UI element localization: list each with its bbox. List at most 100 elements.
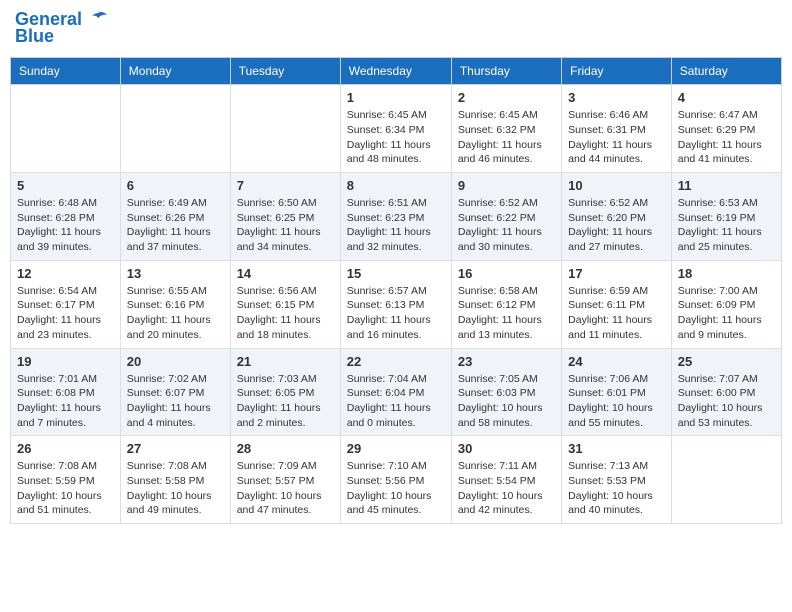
calendar-cell: 15Sunrise: 6:57 AMSunset: 6:13 PMDayligh… [340,260,451,348]
day-info: Sunrise: 6:59 AMSunset: 6:11 PMDaylight:… [568,284,665,343]
calendar-cell: 25 Sunrise: 7:07 AMSunset: 6:00 PMDayligh… [671,348,781,436]
calendar-cell: 18 Sunrise: 7:00 AMSunset: 6:09 PMDayligh… [671,260,781,348]
day-number: 1 [347,90,445,105]
day-info: Sunrise: 6:58 AMSunset: 6:12 PMDaylight:… [458,284,555,343]
day-number: 2 [458,90,555,105]
calendar-cell: 1 Sunrise: 6:45 AMSunset: 6:34 PMDaylight… [340,85,451,173]
calendar-cell: 10 Sunrise: 6:52 AMSunset: 6:20 PMDayligh… [562,173,672,261]
day-number: 19 [17,354,114,369]
calendar-cell: 2 Sunrise: 6:45 AMSunset: 6:32 PMDaylight… [451,85,561,173]
day-number: 30 [458,441,555,456]
day-number: 16 [458,266,555,281]
calendar-cell [11,85,121,173]
day-info: Sunrise: 6:52 AMSunset: 6:20 PMDaylight:… [568,196,665,255]
logo: General Blue [15,10,109,47]
calendar-cell: 19 Sunrise: 7:01 AMSunset: 6:08 PMDayligh… [11,348,121,436]
day-info: Sunrise: 6:55 AMSunset: 6:16 PMDaylight:… [127,284,224,343]
day-info: Sunrise: 7:08 AMSunset: 5:58 PMDaylight:… [127,459,224,518]
day-info: Sunrise: 7:03 AMSunset: 6:05 PMDaylight:… [237,372,334,431]
day-number: 8 [347,178,445,193]
weekday-header: Monday [120,58,230,85]
day-info: Sunrise: 6:45 AMSunset: 6:34 PMDaylight:… [347,108,445,167]
day-number: 21 [237,354,334,369]
day-info: Sunrise: 6:50 AMSunset: 6:25 PMDaylight:… [237,196,334,255]
calendar-cell: 5 Sunrise: 6:48 AMSunset: 6:28 PMDaylight… [11,173,121,261]
calendar-cell: 11 Sunrise: 6:53 AMSunset: 6:19 PMDayligh… [671,173,781,261]
day-number: 26 [17,441,114,456]
day-info: Sunrise: 6:51 AMSunset: 6:23 PMDaylight:… [347,196,445,255]
calendar-cell: 24 Sunrise: 7:06 AMSunset: 6:01 PMDayligh… [562,348,672,436]
calendar-cell [120,85,230,173]
calendar-cell: 12 Sunrise: 6:54 AMSunset: 6:17 PMDayligh… [11,260,121,348]
day-info: Sunrise: 6:48 AMSunset: 6:28 PMDaylight:… [17,196,114,255]
day-number: 17 [568,266,665,281]
calendar-cell: 13 Sunrise: 6:55 AMSunset: 6:16 PMDayligh… [120,260,230,348]
day-number: 6 [127,178,224,193]
weekday-header: Tuesday [230,58,340,85]
day-number: 14 [237,266,334,281]
day-number: 5 [17,178,114,193]
day-info: Sunrise: 6:53 AMSunset: 6:19 PMDaylight:… [678,196,775,255]
day-number: 20 [127,354,224,369]
day-info: Sunrise: 7:09 AMSunset: 5:57 PMDaylight:… [237,459,334,518]
day-number: 11 [678,178,775,193]
page-header: General Blue [10,10,782,47]
day-info: Sunrise: 7:06 AMSunset: 6:01 PMDaylight:… [568,372,665,431]
calendar-cell: 31 Sunrise: 7:13 AMSunset: 5:53 PMDayligh… [562,436,672,524]
day-info: Sunrise: 7:13 AMSunset: 5:53 PMDaylight:… [568,459,665,518]
weekday-header: Friday [562,58,672,85]
calendar-cell: 20 Sunrise: 7:02 AMSunset: 6:07 PMDayligh… [120,348,230,436]
calendar-cell: 7 Sunrise: 6:50 AMSunset: 6:25 PMDaylight… [230,173,340,261]
calendar-week-row: 5 Sunrise: 6:48 AMSunset: 6:28 PMDaylight… [11,173,782,261]
day-number: 15 [347,266,445,281]
day-number: 23 [458,354,555,369]
calendar-week-row: 1 Sunrise: 6:45 AMSunset: 6:34 PMDaylight… [11,85,782,173]
day-number: 29 [347,441,445,456]
day-number: 18 [678,266,775,281]
day-info: Sunrise: 6:52 AMSunset: 6:22 PMDaylight:… [458,196,555,255]
calendar-cell: 27 Sunrise: 7:08 AMSunset: 5:58 PMDayligh… [120,436,230,524]
day-number: 4 [678,90,775,105]
calendar-cell [230,85,340,173]
calendar-cell: 22 Sunrise: 7:04 AMSunset: 6:04 PMDayligh… [340,348,451,436]
day-number: 27 [127,441,224,456]
calendar-week-row: 26 Sunrise: 7:08 AMSunset: 5:59 PMDayligh… [11,436,782,524]
calendar-cell: 9 Sunrise: 6:52 AMSunset: 6:22 PMDaylight… [451,173,561,261]
day-info: Sunrise: 6:54 AMSunset: 6:17 PMDaylight:… [17,284,114,343]
day-number: 12 [17,266,114,281]
day-number: 24 [568,354,665,369]
calendar-cell: 14Sunrise: 6:56 AMSunset: 6:15 PMDayligh… [230,260,340,348]
day-info: Sunrise: 7:04 AMSunset: 6:04 PMDaylight:… [347,372,445,431]
day-number: 25 [678,354,775,369]
calendar-cell: 8 Sunrise: 6:51 AMSunset: 6:23 PMDaylight… [340,173,451,261]
day-number: 28 [237,441,334,456]
calendar-cell: 6 Sunrise: 6:49 AMSunset: 6:26 PMDaylight… [120,173,230,261]
calendar-cell: 23Sunrise: 7:05 AMSunset: 6:03 PMDayligh… [451,348,561,436]
calendar-header-row: SundayMondayTuesdayWednesdayThursdayFrid… [11,58,782,85]
calendar-cell: 26 Sunrise: 7:08 AMSunset: 5:59 PMDayligh… [11,436,121,524]
day-info: Sunrise: 7:08 AMSunset: 5:59 PMDaylight:… [17,459,114,518]
day-info: Sunrise: 7:01 AMSunset: 6:08 PMDaylight:… [17,372,114,431]
calendar-cell [671,436,781,524]
day-info: Sunrise: 7:11 AMSunset: 5:54 PMDaylight:… [458,459,555,518]
calendar-cell: 29Sunrise: 7:10 AMSunset: 5:56 PMDayligh… [340,436,451,524]
day-number: 9 [458,178,555,193]
day-info: Sunrise: 7:02 AMSunset: 6:07 PMDaylight:… [127,372,224,431]
day-info: Sunrise: 6:45 AMSunset: 6:32 PMDaylight:… [458,108,555,167]
day-number: 13 [127,266,224,281]
day-info: Sunrise: 7:00 AMSunset: 6:09 PMDaylight:… [678,284,775,343]
day-info: Sunrise: 7:07 AMSunset: 6:00 PMDaylight:… [678,372,775,431]
day-info: Sunrise: 6:49 AMSunset: 6:26 PMDaylight:… [127,196,224,255]
logo-bird-icon [88,10,108,30]
day-info: Sunrise: 6:46 AMSunset: 6:31 PMDaylight:… [568,108,665,167]
day-number: 22 [347,354,445,369]
calendar-week-row: 12 Sunrise: 6:54 AMSunset: 6:17 PMDayligh… [11,260,782,348]
calendar-week-row: 19 Sunrise: 7:01 AMSunset: 6:08 PMDayligh… [11,348,782,436]
weekday-header: Thursday [451,58,561,85]
day-number: 31 [568,441,665,456]
calendar-cell: 30 Sunrise: 7:11 AMSunset: 5:54 PMDayligh… [451,436,561,524]
day-number: 10 [568,178,665,193]
day-number: 7 [237,178,334,193]
day-info: Sunrise: 6:47 AMSunset: 6:29 PMDaylight:… [678,108,775,167]
calendar-cell: 16 Sunrise: 6:58 AMSunset: 6:12 PMDayligh… [451,260,561,348]
